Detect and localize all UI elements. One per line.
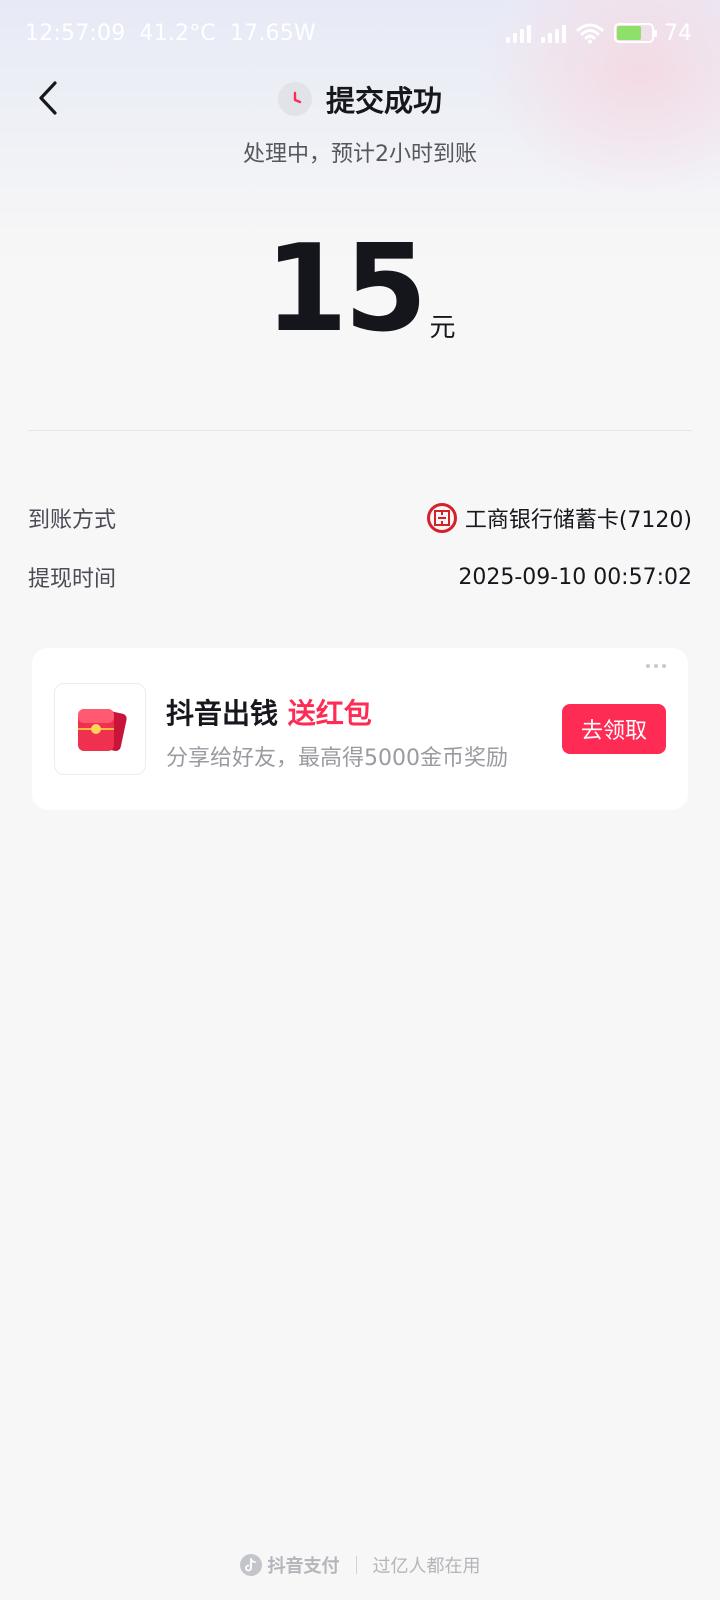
page-title: 提交成功 [325,84,442,118]
status-power: 17.65W [229,20,316,46]
signal-icon-2 [541,23,566,43]
promo-card[interactable]: 抖音出钱 送红包 分享给好友，最高得5000金币奖励 去领取 [32,648,688,810]
signal-icon [506,23,531,43]
detail-label: 到账方式 [28,508,117,533]
promo-title: 抖音出钱 送红包 [166,692,372,732]
detail-label: 提现时间 [28,567,117,592]
detail-value-method: 工商银行储蓄卡(7120) [426,502,692,534]
douyin-logo-icon [239,1554,262,1576]
battery-icon [614,23,657,43]
icbc-logo-icon [426,503,457,533]
amount-value: 15 [264,220,427,359]
promo-title-accent: 送红包 [287,697,372,730]
divider [28,430,692,431]
footer-tagline: 过亿人都在用 [372,1556,481,1577]
withdrawal-success-page: 12:57:09 41.2°C 17.65W 74 提交成功 处理中，预计2小时… [0,0,720,1600]
detail-row-method: 到账方式 工商银行储蓄卡(7120) [28,498,692,538]
footer-brand: 抖音支付 [239,1552,340,1578]
promo-description: 分享给好友，最高得5000金币奖励 [166,746,508,771]
clock-icon [277,82,312,116]
amount-display: 15 元 [0,230,720,350]
amount-unit: 元 [429,313,456,343]
title-row: 提交成功 [0,78,720,120]
status-temperature: 41.2°C [139,20,216,46]
bank-card-text: 工商银行储蓄卡(7120) [464,508,692,533]
more-options-icon[interactable] [646,664,666,668]
status-bar: 12:57:09 41.2°C 17.65W 74 [0,0,720,66]
footer-separator [355,1556,357,1574]
status-subtitle: 处理中，预计2小时到账 [243,142,477,167]
status-right: 74 [506,21,692,46]
status-left: 12:57:09 41.2°C 17.65W [25,21,316,46]
status-time: 12:57:09 [25,20,126,46]
detail-value-time: 2025-09-10 00:57:02 [458,564,692,590]
footer: 抖音支付 过亿人都在用 [0,1550,720,1580]
red-envelope-icon [54,683,146,775]
battery-level: 74 [664,20,692,46]
claim-button[interactable]: 去领取 [562,704,666,754]
wifi-icon [576,23,604,44]
detail-row-time: 提现时间 2025-09-10 00:57:02 [28,557,692,597]
footer-brand-text: 抖音支付 [267,1556,340,1577]
promo-title-main: 抖音出钱 [166,697,279,730]
